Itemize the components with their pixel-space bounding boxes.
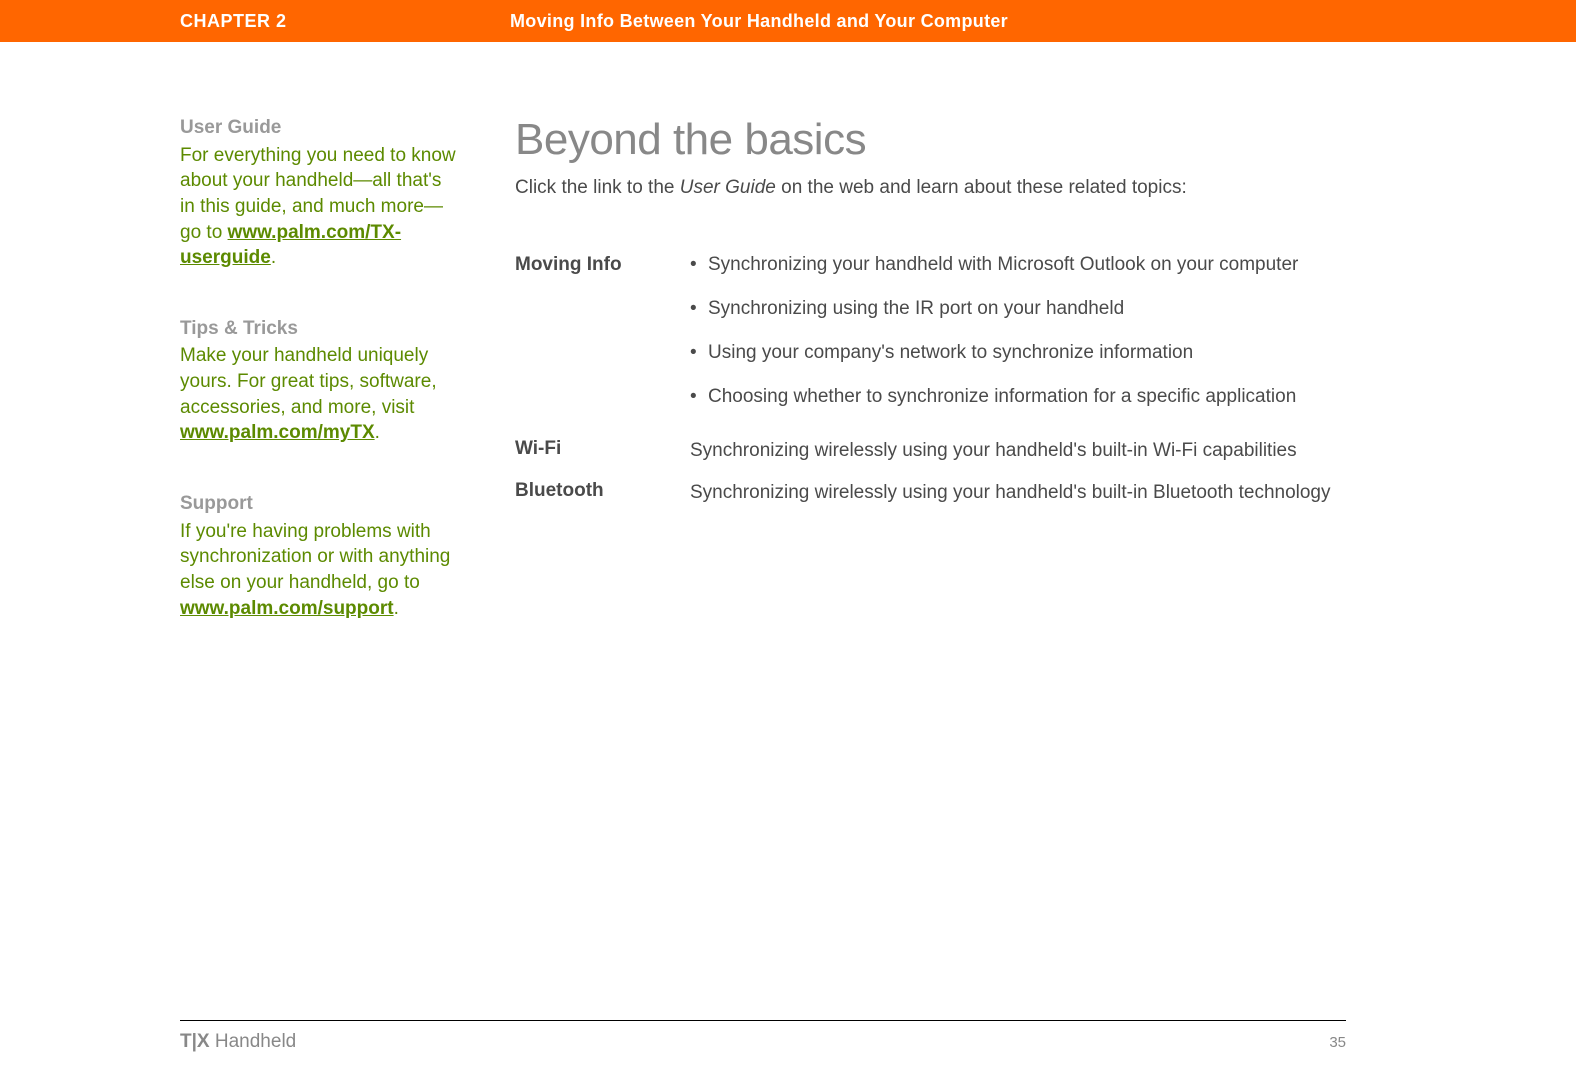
bullet-text: Choosing whether to synchronize informat… — [708, 386, 1296, 408]
topic-label[interactable]: Wi-Fi — [515, 438, 690, 460]
bullet-icon: • — [690, 254, 708, 276]
bullet-text: Synchronizing your handheld with Microso… — [708, 254, 1298, 276]
sidebar-text: Make your handheld uniquely yours. For g… — [180, 343, 460, 446]
sidebar-block-support: Support If you're having problems with s… — [180, 491, 460, 621]
sidebar-text-before: Make your handheld uniquely yours. For g… — [180, 345, 437, 417]
sidebar-text: If you're having problems with synchroni… — [180, 519, 460, 622]
topic-row-wifi: Wi-Fi Synchronizing wirelessly using you… — [515, 438, 1346, 472]
bullet-icon: • — [690, 386, 708, 408]
sidebar-text-after: . — [375, 422, 380, 443]
list-item: •Synchronizing using the IR port on your… — [690, 298, 1346, 320]
sidebar-heading: User Guide — [180, 115, 460, 141]
sidebar-text-after: . — [271, 247, 276, 268]
sidebar-link-support[interactable]: www.palm.com/support — [180, 598, 394, 619]
topic-label[interactable]: Bluetooth — [515, 480, 690, 502]
list-item: •Choosing whether to synchronize informa… — [690, 386, 1346, 408]
product-rest: Handheld — [210, 1031, 297, 1052]
page-subhead: Click the link to the User Guide on the … — [515, 177, 1346, 199]
topic-row-moving-info: Moving Info •Synchronizing your handheld… — [515, 254, 1346, 430]
subhead-italic: User Guide — [680, 177, 776, 198]
bullet-icon: • — [690, 342, 708, 364]
sidebar-block-user-guide: User Guide For everything you need to kn… — [180, 115, 460, 271]
topic-text: Synchronizing wirelessly using your hand… — [690, 438, 1346, 464]
sidebar: User Guide For everything you need to kn… — [180, 115, 460, 666]
sidebar-text: For everything you need to know about yo… — [180, 143, 460, 271]
topics-table: Moving Info •Synchronizing your handheld… — [515, 254, 1346, 513]
bullet-text: Using your company's network to synchron… — [708, 342, 1193, 364]
page-footer: T|X Handheld 35 — [180, 1020, 1346, 1053]
bullet-icon: • — [690, 298, 708, 320]
page-header: CHAPTER 2 Moving Info Between Your Handh… — [0, 0, 1576, 42]
sidebar-text-after: . — [394, 598, 399, 619]
page-title: Beyond the basics — [515, 115, 1346, 165]
topic-row-bluetooth: Bluetooth Synchronizing wirelessly using… — [515, 480, 1346, 514]
footer-divider — [180, 1020, 1346, 1021]
topic-label[interactable]: Moving Info — [515, 254, 690, 276]
main-content: Beyond the basics Click the link to the … — [460, 115, 1346, 666]
list-item: •Synchronizing your handheld with Micros… — [690, 254, 1346, 276]
sidebar-heading: Tips & Tricks — [180, 316, 460, 342]
product-name: T|X Handheld — [180, 1031, 296, 1053]
sidebar-link-mytx[interactable]: www.palm.com/myTX — [180, 422, 375, 443]
chapter-title: Moving Info Between Your Handheld and Yo… — [510, 11, 1008, 32]
sidebar-block-tips: Tips & Tricks Make your handheld uniquel… — [180, 316, 460, 446]
topic-content: Synchronizing wirelessly using your hand… — [690, 438, 1346, 472]
topic-content: Synchronizing wirelessly using your hand… — [690, 480, 1346, 514]
subhead-after: on the web and learn about these related… — [776, 177, 1187, 198]
sidebar-text-before: If you're having problems with synchroni… — [180, 521, 450, 593]
page-number: 35 — [1329, 1034, 1346, 1051]
page-body: User Guide For everything you need to kn… — [180, 115, 1346, 666]
sidebar-heading: Support — [180, 491, 460, 517]
topic-content: •Synchronizing your handheld with Micros… — [690, 254, 1346, 430]
product-bold: T|X — [180, 1031, 210, 1052]
bullet-text: Synchronizing using the IR port on your … — [708, 298, 1124, 320]
chapter-label: CHAPTER 2 — [180, 11, 510, 32]
subhead-before: Click the link to the — [515, 177, 680, 198]
footer-row: T|X Handheld 35 — [180, 1031, 1346, 1053]
topic-text: Synchronizing wirelessly using your hand… — [690, 480, 1346, 506]
list-item: •Using your company's network to synchro… — [690, 342, 1346, 364]
